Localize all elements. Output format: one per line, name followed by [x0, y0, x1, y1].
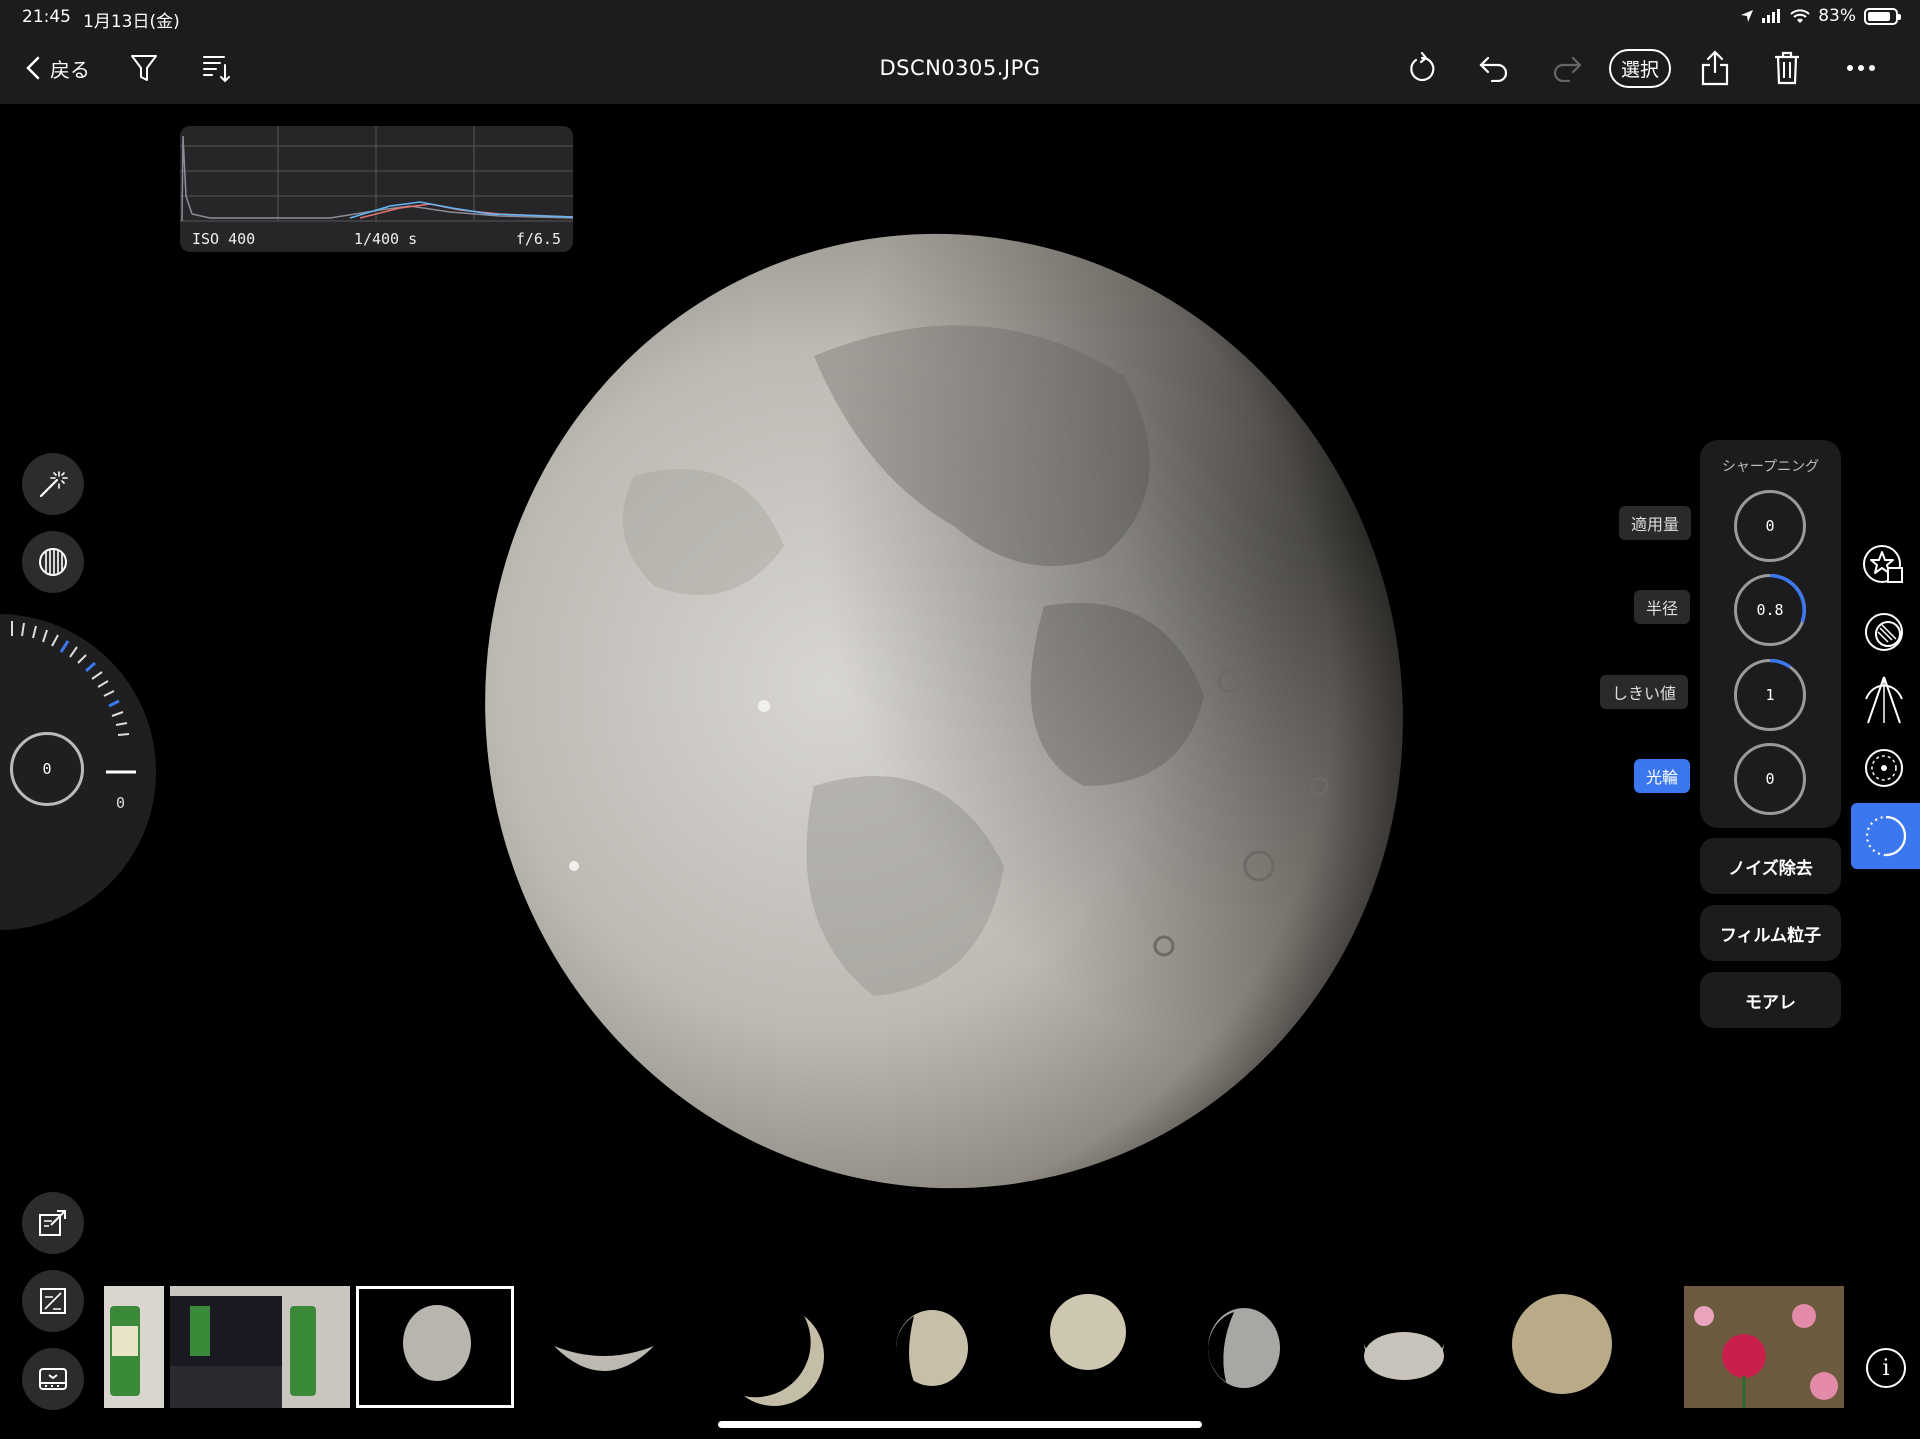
auto-enhance-button[interactable] [22, 453, 84, 515]
moire-button[interactable]: モアレ [1700, 972, 1841, 1028]
thumbnail[interactable] [1494, 1286, 1634, 1408]
sharpening-title: シャープニング [1721, 459, 1820, 475]
rotate-icon [1410, 52, 1435, 82]
copy-edits-icon [40, 1288, 66, 1314]
amount-knob[interactable]: 0 [1734, 490, 1806, 562]
star-crop-icon [1863, 545, 1903, 583]
top-toolbar: 戻る DSCN0305.JPG 選択 [0, 34, 1920, 104]
battery-icon [1864, 7, 1901, 25]
exif-info: ISO 400 1/400 s f/6.5 [192, 230, 561, 248]
status-time: 21:45 [22, 7, 71, 27]
thumbnail[interactable] [534, 1286, 674, 1408]
select-label: 選択 [1609, 48, 1672, 88]
thumbnail-selected[interactable] [356, 1286, 514, 1408]
redo-button[interactable] [1549, 48, 1585, 88]
aperture-value: f/6.5 [515, 230, 561, 248]
rail-color-button[interactable] [1854, 602, 1914, 662]
shutter-value: 1/400 s [353, 230, 418, 248]
dial-scale-zero: 0 [116, 794, 126, 812]
info-icon: i [1882, 1355, 1890, 1381]
rail-favorites-button[interactable] [1854, 534, 1914, 594]
label-threshold[interactable]: しきい値 [1600, 675, 1689, 709]
filmstrip[interactable] [104, 1282, 1850, 1410]
export-button[interactable] [22, 1192, 84, 1254]
rotate-button[interactable] [1404, 48, 1440, 88]
home-indicator [718, 1421, 1202, 1428]
location-icon [1741, 10, 1754, 22]
thumbnail[interactable] [1014, 1286, 1154, 1408]
filmstrip-icon [39, 1368, 67, 1390]
info-button[interactable]: i [1866, 1348, 1906, 1388]
lens-icon [1865, 749, 1903, 787]
thumbnail[interactable] [694, 1286, 834, 1408]
rail-geometry-button[interactable] [1854, 670, 1914, 730]
threshold-knob[interactable]: 1 [1734, 659, 1806, 731]
battery-percent: 83% [1818, 6, 1856, 26]
sharpening-panel: シャープニング 0 0.8 1 0 [1700, 440, 1841, 828]
noise-reduction-button[interactable]: ノイズ除去 [1700, 838, 1841, 894]
undo-button[interactable] [1476, 48, 1512, 88]
filmstrip-toggle-button[interactable] [22, 1348, 84, 1410]
halo-value: 0 [1765, 770, 1775, 788]
magic-wand-icon [39, 471, 68, 498]
detail-icon [1865, 815, 1906, 857]
status-bar: 21:45 1月13日(金) 83% [0, 0, 1920, 34]
film-grain-button[interactable]: フィルム粒子 [1700, 905, 1841, 961]
perspective-icon [1865, 676, 1903, 724]
more-button[interactable] [1841, 48, 1881, 88]
status-indicators: 83% [1740, 6, 1901, 26]
label-amount[interactable]: 適用量 [1619, 506, 1692, 540]
label-radius[interactable]: 半径 [1634, 590, 1691, 624]
histogram-panel[interactable]: ISO 400 1/400 s f/6.5 [180, 126, 573, 252]
trash-icon [1775, 51, 1799, 85]
more-icon [1847, 65, 1875, 71]
share-icon [1701, 50, 1729, 86]
thumbnail[interactable] [1684, 1286, 1844, 1408]
wifi-icon [1790, 8, 1810, 23]
radius-knob[interactable]: 0.8 [1734, 574, 1806, 646]
export-icon [39, 1210, 66, 1236]
rail-detail-button[interactable] [1851, 803, 1920, 869]
compare-button[interactable] [22, 531, 84, 593]
edit-copy-button[interactable] [22, 1270, 84, 1332]
thumbnail[interactable] [1174, 1286, 1314, 1408]
halo-knob[interactable]: 0 [1734, 743, 1806, 815]
photo-canvas[interactable]: ISO 400 1/400 s f/6.5 0 0 適用量 半径 しきい値 光輪… [0, 104, 1920, 1284]
rail-lens-button[interactable] [1854, 738, 1914, 798]
label-halo[interactable]: 光輪 [1634, 759, 1691, 793]
iso-value: ISO 400 [192, 230, 256, 248]
thumbnail[interactable] [854, 1286, 994, 1408]
color-wheel-icon [1865, 613, 1903, 651]
signal-icon [1762, 9, 1781, 23]
thumbnail[interactable] [170, 1286, 350, 1408]
select-button[interactable]: 選択 [1609, 48, 1672, 88]
thumbnail[interactable] [1334, 1286, 1474, 1408]
amount-value: 0 [1765, 517, 1775, 535]
dial-value: 0 [42, 760, 52, 778]
share-button[interactable] [1697, 48, 1733, 88]
redo-icon [1553, 56, 1582, 82]
dial-value-knob[interactable]: 0 [10, 732, 84, 806]
compare-icon [39, 548, 67, 576]
moon-photo [484, 226, 1424, 1196]
undo-icon [1479, 56, 1508, 82]
delete-button[interactable] [1769, 48, 1805, 88]
thumbnail[interactable] [104, 1286, 164, 1408]
status-date: 1月13日(金) [83, 12, 180, 32]
